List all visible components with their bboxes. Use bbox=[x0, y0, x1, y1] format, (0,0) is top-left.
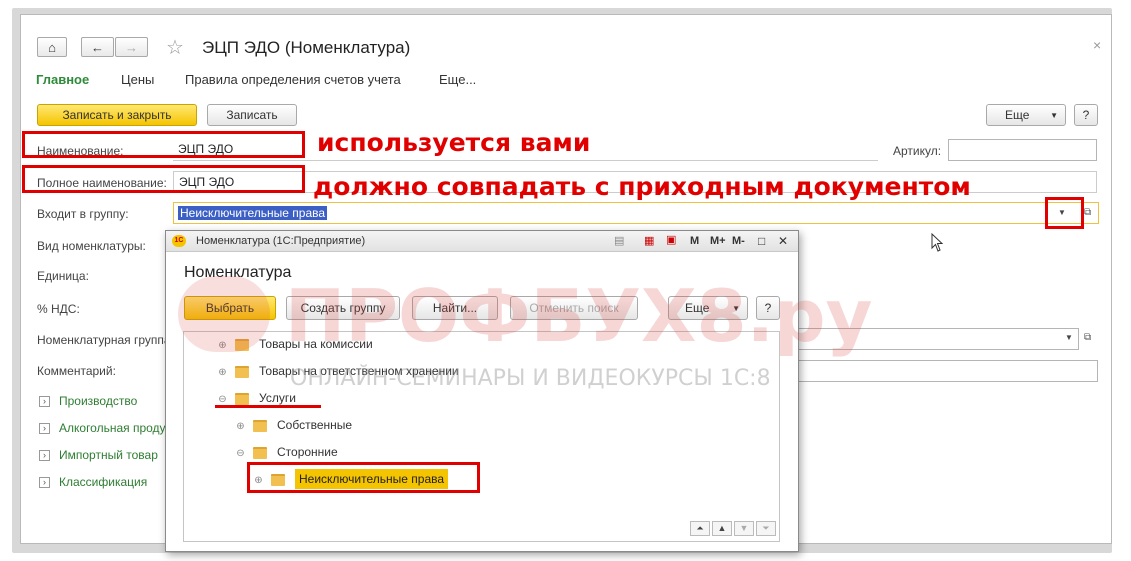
nomgroup-label: Номенклатурная группа bbox=[37, 333, 171, 347]
back-button[interactable]: ← bbox=[81, 37, 114, 57]
tree-item-services[interactable]: ⊖ Услуги bbox=[218, 391, 296, 405]
memory-minus-button[interactable]: M- bbox=[732, 235, 745, 247]
close-icon[interactable]: × bbox=[1093, 37, 1101, 53]
popup-close-icon[interactable]: ✕ bbox=[778, 234, 788, 248]
onec-logo-icon: 1С bbox=[172, 235, 186, 247]
comment-field[interactable] bbox=[797, 360, 1098, 382]
help-button[interactable]: ? bbox=[1074, 104, 1098, 126]
home-icon: ⌂ bbox=[48, 39, 56, 55]
group-label: Входит в группу: bbox=[37, 207, 129, 221]
tree-item-label: Услуги bbox=[259, 391, 296, 405]
expand-production-icon[interactable]: › bbox=[39, 396, 50, 407]
article-field[interactable] bbox=[948, 139, 1097, 161]
scroll-bottom-icon[interactable]: ⏷ bbox=[756, 521, 776, 536]
more-menu-button[interactable]: Еще ▼ bbox=[986, 104, 1066, 126]
expand-alcohol-icon[interactable]: › bbox=[39, 423, 50, 434]
kind-label: Вид номенклатуры: bbox=[37, 239, 146, 253]
highlight-nonexclusive bbox=[247, 462, 480, 493]
tab-main[interactable]: Главное bbox=[36, 72, 89, 87]
annotation-match: должно совпадать с приходным документом bbox=[313, 172, 971, 201]
home-button[interactable]: ⌂ bbox=[37, 37, 67, 57]
calendar-icon[interactable]: ▦ bbox=[644, 234, 654, 247]
forward-arrow-icon: → bbox=[125, 39, 138, 55]
folder-icon bbox=[235, 392, 249, 405]
nomenclature-tree bbox=[183, 331, 780, 542]
scroll-top-icon[interactable]: ⏶ bbox=[690, 521, 710, 536]
window-title: ЭЦП ЭДО (Номенклатура) bbox=[202, 38, 411, 57]
section-import[interactable]: Импортный товар bbox=[59, 448, 158, 462]
tree-toggle-icon[interactable]: ⊖ bbox=[236, 448, 245, 459]
expand-import-icon[interactable]: › bbox=[39, 450, 50, 461]
annotation-used: используется вами bbox=[317, 128, 591, 157]
memory-plus-button[interactable]: M+ bbox=[710, 235, 726, 247]
calc-icon[interactable]: ▤ bbox=[614, 234, 624, 247]
vat-label: % НДС: bbox=[37, 302, 80, 316]
section-alcohol[interactable]: Алкогольная проду bbox=[59, 421, 166, 435]
highlight-fullname-row bbox=[22, 165, 305, 193]
tree-toggle-icon[interactable]: ⊕ bbox=[236, 421, 245, 432]
open-link-icon[interactable]: ⧉ bbox=[1084, 207, 1091, 218]
scroll-up-icon[interactable]: ▲ bbox=[712, 521, 732, 536]
folder-icon bbox=[235, 365, 249, 378]
folder-icon bbox=[253, 419, 267, 432]
calendar-31-icon[interactable]: ▣ bbox=[666, 233, 676, 246]
scroll-down-icon[interactable]: ▼ bbox=[734, 521, 754, 536]
tree-item-thirdparty[interactable]: ⊖ Сторонние bbox=[236, 445, 338, 459]
mouse-cursor-icon bbox=[931, 233, 944, 252]
highlight-name-row bbox=[22, 131, 305, 158]
unit-label: Единица: bbox=[37, 269, 89, 283]
tree-item-label: Сторонние bbox=[277, 445, 338, 459]
folder-icon bbox=[253, 446, 267, 459]
memory-m-button[interactable]: M bbox=[690, 235, 699, 247]
watermark-brand: ПРОФБУХ8.ру bbox=[285, 274, 873, 358]
tree-toggle-icon[interactable]: ⊖ bbox=[218, 394, 227, 405]
save-button[interactable]: Записать bbox=[207, 104, 297, 126]
nomgroup-dropdown-icon[interactable]: ▼ bbox=[1065, 333, 1073, 342]
forward-button[interactable]: → bbox=[115, 37, 148, 57]
tab-more[interactable]: Еще... bbox=[439, 72, 476, 87]
watermark-logo-icon bbox=[178, 276, 270, 352]
expand-classification-icon[interactable]: › bbox=[39, 477, 50, 488]
group-field[interactable]: Неисключительные права bbox=[173, 202, 1099, 224]
watermark-subtitle: ОНЛАЙН-СЕМИНАРЫ И ВИДЕОКУРСЫ 1С:8 bbox=[290, 366, 771, 391]
tab-prices[interactable]: Цены bbox=[121, 72, 154, 87]
section-production[interactable]: Производство bbox=[59, 394, 137, 408]
group-field-value: Неисключительные права bbox=[178, 206, 328, 220]
back-arrow-icon: ← bbox=[91, 39, 104, 55]
underline-services bbox=[215, 405, 321, 408]
highlight-group-dropdown bbox=[1045, 197, 1084, 229]
article-label: Артикул: bbox=[893, 144, 942, 158]
tab-account-rules[interactable]: Правила определения счетов учета bbox=[185, 72, 401, 87]
tree-toggle-icon[interactable]: ⊕ bbox=[218, 367, 227, 378]
maximize-icon[interactable]: □ bbox=[758, 234, 765, 248]
more-menu-label: Еще bbox=[1005, 108, 1030, 122]
tree-item-label: Собственные bbox=[277, 418, 353, 432]
tree-item-own[interactable]: ⊕ Собственные bbox=[236, 418, 352, 432]
comment-label: Комментарий: bbox=[37, 364, 116, 378]
save-close-button[interactable]: Записать и закрыть bbox=[37, 104, 197, 126]
chevron-down-icon: ▼ bbox=[1050, 110, 1058, 120]
section-classification[interactable]: Классификация bbox=[59, 475, 147, 489]
popup-titlebar-text: Номенклатура (1С:Предприятие) bbox=[196, 235, 366, 247]
favorite-star-icon[interactable]: ☆ bbox=[166, 35, 184, 60]
nomgroup-open-icon[interactable]: ⧉ bbox=[1084, 332, 1091, 343]
